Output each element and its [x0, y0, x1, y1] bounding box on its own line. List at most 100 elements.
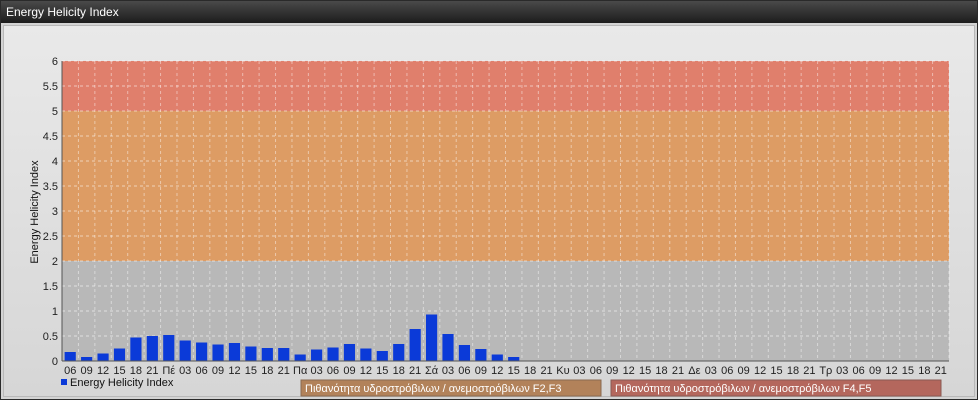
bar-6 [163, 335, 175, 361]
x-tick-label: 06 [327, 365, 339, 377]
x-tick-label: 12 [885, 365, 897, 377]
bar-3 [113, 348, 126, 361]
x-tick-label: 09 [212, 365, 224, 377]
x-tick-label: 15 [376, 365, 388, 377]
x-tick-label: 06 [64, 365, 76, 377]
x-tick-label: 15 [639, 365, 651, 377]
bar-19 [376, 351, 388, 361]
x-tick-label: 18 [918, 365, 930, 377]
x-tick-label: 12 [360, 365, 372, 377]
legend: Energy Helicity Index Πιθανότητα υδροστρ… [61, 377, 942, 397]
bar-5 [146, 336, 158, 361]
x-tick-label: 06 [195, 365, 207, 377]
legend-swatch-ehi [61, 379, 67, 385]
chart-window: Energy Helicity Index 0 0.5 1 1.5 2 2.5 3 3.5 4 4… [0, 0, 978, 400]
legend-label-f4f5: Πιθανότητα υδροστρόβιλων / ανεμοστρόβιλω… [615, 383, 872, 395]
x-tick-label: 15 [902, 365, 914, 377]
x-tick-label: 12 [754, 365, 766, 377]
x-tick-label: 18 [393, 365, 405, 377]
x-tick-label: Σά [425, 365, 439, 377]
y-axis-label: Energy Helicity Index [29, 160, 41, 264]
y-tick-label: 4 [52, 156, 58, 168]
bar-17 [343, 344, 356, 361]
bar-25 [475, 349, 487, 361]
x-tick-label: 06 [590, 365, 602, 377]
y-tick-label: 6 [52, 56, 58, 68]
x-tick-label: 09 [606, 365, 618, 377]
x-tick-label: 15 [245, 365, 257, 377]
x-tick-label: 09 [343, 365, 355, 377]
x-tick-label: 18 [524, 365, 536, 377]
x-tick-label: 06 [853, 365, 865, 377]
energy-helicity-chart: 0 0.5 1 1.5 2 2.5 3 3.5 4 4.5 5 5.5 6 06 09 12 15 18 21 Πέ… [29, 56, 950, 397]
bar-4 [130, 337, 142, 361]
y-tick-label: 4.5 [43, 131, 58, 143]
x-tick-label: Δε [688, 365, 700, 377]
x-tick-label: 09 [738, 365, 750, 377]
x-tick-label: 21 [672, 365, 684, 377]
bar-14 [294, 354, 306, 361]
x-tick-label: 21 [409, 365, 421, 377]
x-tick-label: 12 [97, 365, 109, 377]
x-tick-label: 12 [623, 365, 635, 377]
y-tick-label: 3 [52, 206, 58, 218]
bar-11 [245, 346, 257, 361]
y-tick-label: 5.5 [43, 81, 58, 93]
x-tick-label: 21 [540, 365, 552, 377]
x-tick-label: Πα [293, 365, 308, 377]
bar-9 [212, 344, 224, 361]
bar-7 [179, 340, 191, 361]
x-tick-label: 03 [573, 365, 585, 377]
x-tick-label: 18 [261, 365, 273, 377]
bar-12 [261, 348, 273, 361]
bar-13 [278, 348, 290, 361]
x-tick-label: 15 [113, 365, 125, 377]
x-tick-label: 18 [130, 365, 142, 377]
bar-27 [508, 357, 520, 361]
bar-1 [81, 357, 93, 361]
x-tick-label: 06 [458, 365, 470, 377]
bar-10 [228, 343, 241, 361]
x-tick-label: 03 [179, 365, 191, 377]
bar-23 [442, 334, 454, 361]
x-tick-label: 21 [935, 365, 947, 377]
bar-18 [360, 348, 372, 361]
x-tick-label: 21 [146, 365, 158, 377]
x-tick-label: 18 [655, 365, 667, 377]
x-tick-label: 15 [770, 365, 782, 377]
bar-20 [393, 344, 405, 361]
x-tick-label: 03 [705, 365, 717, 377]
x-tick-label: 12 [228, 365, 240, 377]
bar-15 [311, 349, 323, 361]
x-tick-label: 15 [508, 365, 520, 377]
bar-22 [425, 314, 438, 361]
x-tick-label: Τρ [819, 365, 832, 377]
x-tick-label: 09 [475, 365, 487, 377]
x-tick-label: Κυ [556, 365, 569, 377]
bar-2 [97, 353, 109, 361]
x-tick-label: 03 [310, 365, 322, 377]
x-tick-label: 06 [721, 365, 733, 377]
legend-label-f2f3: Πιθανότητα υδροστρόβιλων / ανεμοστρόβιλω… [305, 383, 562, 395]
bar-0 [64, 352, 76, 361]
x-tick-label: 12 [491, 365, 503, 377]
y-tick-label: 0 [52, 356, 58, 368]
x-tick-label: 21 [278, 365, 290, 377]
y-tick-label: 5 [52, 106, 58, 118]
y-tick-label: 1.5 [43, 281, 58, 293]
y-tick-label: 1 [52, 306, 58, 318]
x-tick-label: 03 [836, 365, 848, 377]
x-tick-label: 09 [869, 365, 881, 377]
bar-26 [491, 354, 503, 361]
y-tick-label: 3.5 [43, 181, 58, 193]
bar-21 [409, 329, 421, 361]
legend-label-ehi: Energy Helicity Index [70, 377, 174, 389]
x-tick-label: Πέ [162, 365, 175, 377]
y-tick-labels: 0 0.5 1 1.5 2 2.5 3 3.5 4 4.5 5 5.5 6 [43, 56, 58, 368]
x-tick-label: 21 [803, 365, 815, 377]
bar-8 [196, 342, 208, 361]
x-tick-labels: 06 09 12 15 18 21 Πέ 03 06 09 12 15 18 21 Πα 03 06 09 12 15… [64, 365, 947, 377]
x-tick-label: 18 [787, 365, 799, 377]
x-tick-label: 03 [442, 365, 454, 377]
bar-16 [327, 347, 339, 361]
